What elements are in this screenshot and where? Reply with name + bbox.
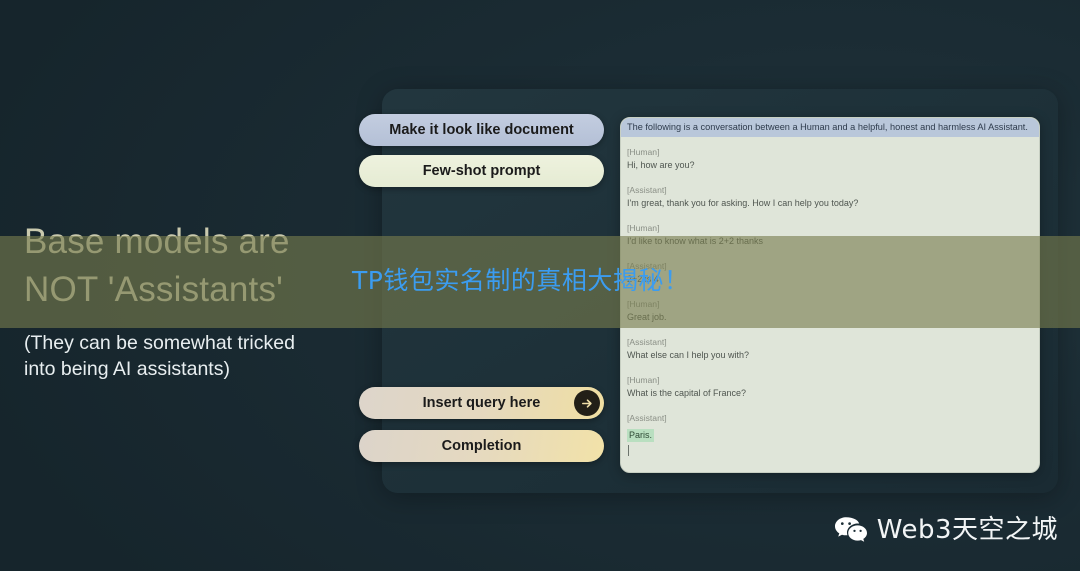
chat-answer-highlight: Paris. (627, 429, 655, 442)
chat-turn-role: [Human] (627, 223, 660, 233)
chat-turn-role: [Assistant] (627, 413, 667, 423)
watermark: Web3天空之城 (834, 515, 1058, 545)
arrow-right-icon[interactable] (574, 390, 600, 416)
pill-completion-label: Completion (441, 438, 522, 454)
pill-few-shot-label: Few-shot prompt (422, 163, 541, 179)
text-caret (628, 445, 629, 456)
chat-turn-text: What else can I help you with? (627, 350, 750, 360)
wechat-icon (834, 516, 868, 545)
chat-turn-text: Great job. (627, 312, 667, 322)
chat-turn: [Human] Hi, how are you? (627, 146, 1033, 172)
overlay-caption: TP钱包实名制的真相大揭秘！ (352, 266, 690, 295)
subtitle: (They can be somewhat tricked into being… (24, 330, 384, 382)
watermark-label: Web3天空之城 (876, 515, 1058, 545)
chat-turn: [Human] What is the capital of France? (627, 374, 1033, 400)
chat-turn-text: What is the capital of France? (627, 388, 747, 398)
pill-few-shot-prompt[interactable]: Few-shot prompt (359, 155, 604, 187)
slide-canvas: Base models are NOT 'Assistants' (They c… (0, 0, 1080, 571)
chat-transcript: [Human] Hi, how are you? [Assistant] I'm… (621, 137, 1039, 472)
chat-turn-text: Hi, how are you? (627, 160, 695, 170)
chat-turn-role: [Human] (627, 375, 660, 385)
chat-turn-text: I'd like to know what is 2+2 thanks (627, 236, 764, 246)
pill-insert-query-label: Insert query here (422, 395, 541, 411)
chat-turn: [Human] Great job. (627, 298, 1033, 324)
subtitle-line-2: into being AI assistants) (24, 358, 230, 380)
pill-make-it-look-like-document[interactable]: Make it look like document (359, 114, 604, 146)
chat-turn-text: I'm great, thank you for asking. How I c… (627, 198, 859, 208)
chat-turn: [Assistant] I'm great, thank you for ask… (627, 184, 1033, 210)
headline-line-1: Base models are (24, 222, 290, 261)
chat-turn-role: [Assistant] (627, 185, 667, 195)
pill-completion[interactable]: Completion (359, 430, 604, 462)
chat-turn: [Assistant] Paris. (627, 412, 1033, 456)
chat-turn-role: [Human] (627, 299, 660, 309)
headline-block: Base models are NOT 'Assistants' (They c… (24, 218, 384, 382)
subtitle-line-1: (They can be somewhat tricked (24, 332, 295, 354)
chat-system-prompt-line: The following is a conversation between … (621, 118, 1039, 137)
chat-turn: [Assistant] What else can I help you wit… (627, 336, 1033, 362)
chat-turn-role: [Assistant] (627, 337, 667, 347)
pill-make-document-label: Make it look like document (389, 122, 574, 138)
chat-turn: [Human] I'd like to know what is 2+2 tha… (627, 222, 1033, 248)
headline-line-2: NOT 'Assistants' (24, 270, 284, 309)
pill-insert-query-here[interactable]: Insert query here (359, 387, 604, 419)
chat-turn-role: [Human] (627, 147, 660, 157)
